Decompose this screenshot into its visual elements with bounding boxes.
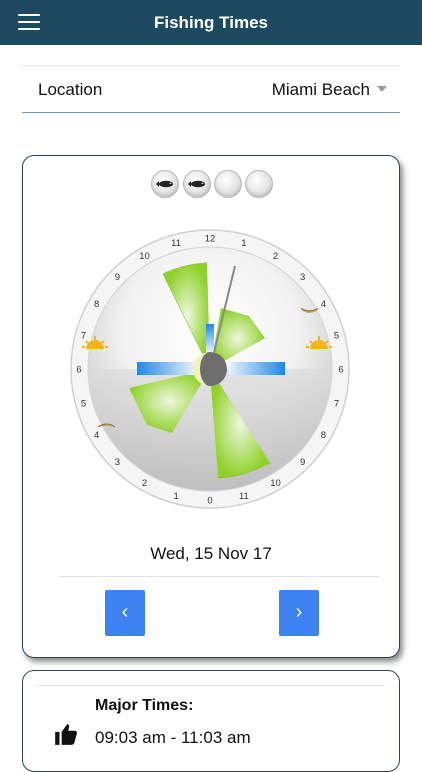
major-time-value: 09:03 am - 11:03 am (95, 728, 251, 747)
page-title: Fishing Times (154, 13, 268, 32)
moon-marker (206, 324, 214, 352)
moon-marker (229, 362, 285, 375)
dial-hour-label: 7 (81, 331, 86, 342)
fishing-forecast-card: 12 1 2 3 4 5 6 7 8 9 10 11 0 1 2 3 4 5 6 7 8 9 10 11 Wed, 15 No… (22, 155, 400, 658)
dial-hour-label: 9 (115, 272, 120, 283)
dial-hour-label: 5 (81, 398, 86, 409)
dial-hour-label: 2 (273, 251, 278, 262)
dial-hour-label: 4 (321, 299, 326, 310)
thumbs-up-icon (55, 724, 77, 745)
dial-hour-label: 3 (300, 272, 305, 283)
moon-phase-icon (193, 352, 227, 386)
fish-rating-icon (183, 170, 211, 198)
dial-hour-label: 6 (76, 365, 81, 376)
location-value[interactable]: Miami Beach (272, 80, 370, 100)
major-times-title: Major Times: (95, 697, 194, 714)
dial-hour-label: 11 (239, 491, 249, 502)
dial-hour-label: 7 (334, 398, 339, 409)
fish-rating-icon (151, 170, 179, 198)
empty-rating-icon (245, 170, 273, 198)
dial-hour-label: 4 (94, 430, 99, 441)
dial-hour-label: 8 (94, 299, 99, 310)
dial-hour-label: 2 (142, 478, 147, 489)
dial-hour-label: 6 (338, 365, 343, 376)
dial-hour-label: 5 (334, 331, 339, 342)
dial-hour-label: 8 (321, 430, 326, 441)
previous-day-button[interactable]: ‹ (105, 590, 145, 636)
forecast-date: Wed, 15 Nov 17 (150, 544, 272, 563)
chevron-down-icon[interactable] (377, 86, 387, 92)
dial-hour-label: 11 (171, 238, 181, 249)
moon-marker (137, 362, 195, 375)
nav-bar: Fishing Times (0, 0, 422, 45)
dial-hour-label: 0 (207, 496, 212, 507)
divider (37, 685, 385, 686)
dial-hour-label: 1 (241, 238, 246, 249)
dial-hour-label: 9 (300, 457, 305, 468)
solunar-dial: 12 123456789101101234567891011 (70, 229, 350, 509)
dial-hour-label: 3 (115, 457, 120, 468)
next-day-button[interactable]: › (279, 590, 319, 636)
empty-rating-icon (214, 170, 242, 198)
dial-hour-label: 10 (139, 251, 150, 262)
major-times-card: Major Times: 09:03 am - 11:03 am (22, 670, 400, 772)
location-selector[interactable]: Location Miami Beach (22, 65, 400, 113)
dial-hour-label: 1 (173, 491, 178, 502)
dial-hour-label: 12 (205, 234, 216, 245)
location-label: Location (38, 80, 103, 99)
dial-hour-label: 10 (270, 478, 281, 489)
divider (59, 576, 379, 577)
